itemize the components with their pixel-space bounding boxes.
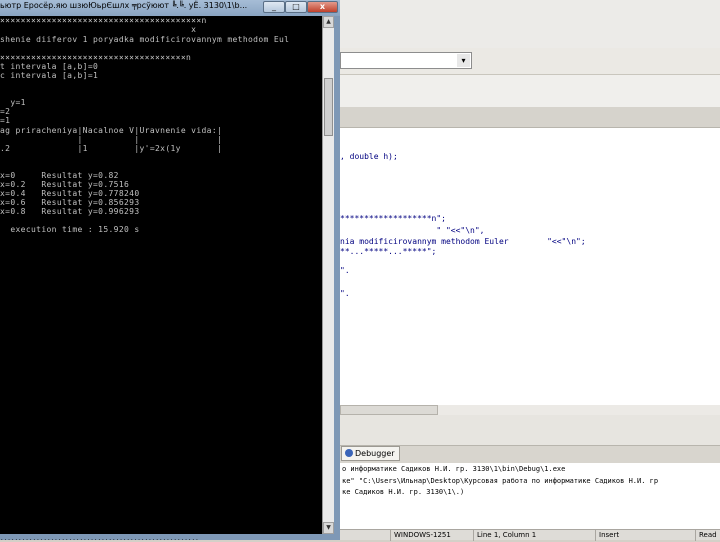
editor-scroll-track xyxy=(438,405,720,415)
bug-icon xyxy=(345,449,353,457)
close-button[interactable]: x xyxy=(307,1,338,13)
console-line: x xyxy=(0,25,197,34)
ide-toolbar-area xyxy=(340,75,720,107)
console-line: y=1 xyxy=(0,98,26,107)
tab-debugger[interactable]: Debugger xyxy=(341,446,400,461)
tab-debugger-label: Debugger xyxy=(355,449,395,458)
console-line: x=0.4 Resultat y=0.778240 xyxy=(0,189,140,198)
console-status-text: ........................................… xyxy=(0,535,199,542)
build-log: о информатике Садиков Н.И. гр. 3130\1\bi… xyxy=(340,463,720,529)
code-line: ". xyxy=(340,289,350,298)
code-line: *******************n"; xyxy=(340,214,446,223)
maximize-button[interactable]: □ xyxy=(285,1,307,13)
close-icon: x xyxy=(319,2,326,11)
console-title-bar[interactable]: ьютр Ероcёр.яю шзюЮьрЄшлх ╤рсўюют ╚.╚. у… xyxy=(0,0,340,16)
console-line: t intervala [a,b]=0 xyxy=(0,62,99,71)
ide-status-bar: WINDOWS-1251 Line 1, Column 1 Insert Rea… xyxy=(340,529,720,541)
console-line: x=0.6 Resultat y=0.856293 xyxy=(0,198,140,207)
console-line: | | | xyxy=(0,135,223,144)
console-line: .2 |1 |y'=2x(1y | xyxy=(0,144,223,153)
status-encoding: WINDOWS-1251 xyxy=(390,530,464,541)
console-line: c intervala [a,b]=1 xyxy=(0,71,99,80)
ide-divider-area xyxy=(340,415,720,445)
console-line: ××××××××××××××××××××××××××××××××××××n xyxy=(0,53,192,62)
scope-dropdown[interactable]: ▾ xyxy=(340,52,472,69)
console-line: x=0.2 Resultat y=0.7516 xyxy=(0,180,130,189)
console-title: ьютр Ероcёр.яю шзюЮьрЄшлх ╤рсўюют ╚.╚. у… xyxy=(0,1,248,10)
maximize-icon: □ xyxy=(292,2,300,11)
code-line: ". xyxy=(340,266,350,275)
chevron-down-icon[interactable]: ▾ xyxy=(457,54,470,67)
console-border xyxy=(334,16,340,540)
code-line: , double h); xyxy=(340,152,398,161)
console-output: ×××××××××××××××××××××××××××××××××××××××n… xyxy=(0,16,322,534)
code-editor[interactable]: , double h); *******************n"; " "<… xyxy=(340,128,720,405)
scroll-thumb[interactable] xyxy=(324,78,333,136)
console-vertical-scrollbar[interactable]: ▲ ▼ xyxy=(322,16,334,534)
console-line: x=0 Resultat y=0.82 xyxy=(0,171,119,180)
console-line: shenie diiferov 1 poryadka modificirovan… xyxy=(0,35,290,44)
console-line: ag priracheniya|Nacalnoe V|Uravnenie vid… xyxy=(0,126,223,135)
ide-menu-area xyxy=(340,0,720,48)
editor-tabs xyxy=(340,107,720,128)
code-line: **...*****...*****"; xyxy=(340,247,437,256)
scroll-down-icon[interactable]: ▼ xyxy=(323,522,334,534)
status-position: Line 1, Column 1 xyxy=(473,530,552,541)
code-line: nia modificirovannym methodom Euler "<<"… xyxy=(340,237,586,246)
scroll-up-icon[interactable]: ▲ xyxy=(323,16,334,28)
console-window: ьютр Ероcёр.яю шзюЮьрЄшлх ╤рсўюют ╚.╚. у… xyxy=(0,0,340,542)
code-line: " "<<"\n", xyxy=(340,226,485,235)
console-line: =2 xyxy=(0,107,11,116)
console-line: ×××××××××××××××××××××××××××××××××××××××n xyxy=(0,16,207,25)
console-line: x=0.8 Resultat y=0.996293 xyxy=(0,207,140,216)
console-line: execution time : 15.920 s xyxy=(0,225,140,234)
minimize-icon: _ xyxy=(272,2,276,11)
log-line: ке" "C:\Users\Ильнар\Desktop\Курсовая ра… xyxy=(342,477,659,485)
status-mode: Insert xyxy=(595,530,659,541)
status-state: Read xyxy=(695,530,720,541)
minimize-button[interactable]: _ xyxy=(263,1,285,13)
console-line: =1 xyxy=(0,116,11,125)
log-line: ке Садиков Н.И. гр. 3130\1\.) xyxy=(342,488,465,496)
log-line: о информатике Садиков Н.И. гр. 3130\1\bi… xyxy=(342,465,566,473)
editor-horizontal-scrollbar[interactable] xyxy=(340,405,438,415)
